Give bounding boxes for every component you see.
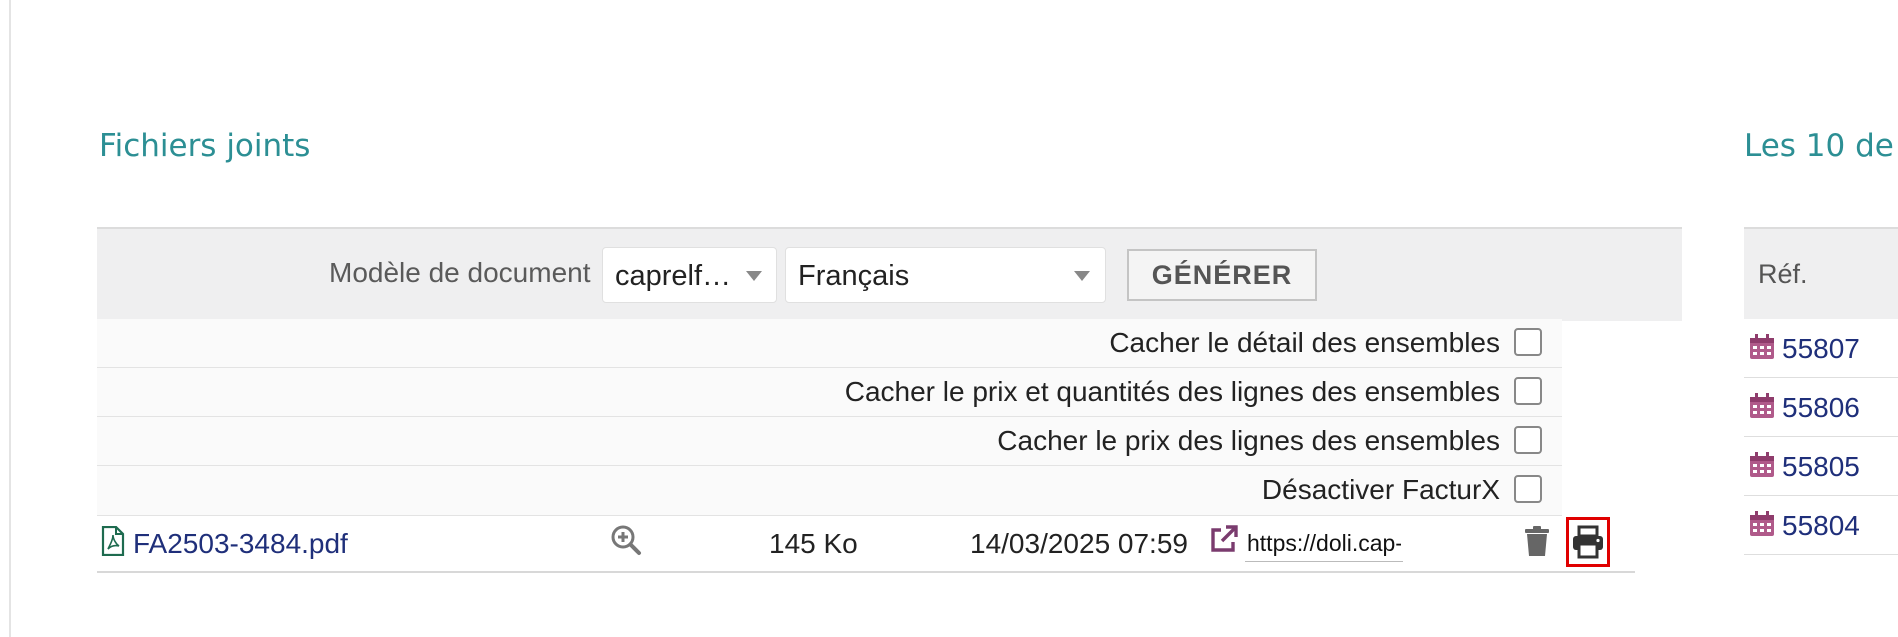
option-checkbox[interactable] — [1514, 377, 1542, 405]
attachments-title: Fichiers joints — [99, 128, 311, 164]
model-select-value: caprelf… — [615, 260, 732, 292]
external-link-icon[interactable] — [1209, 524, 1239, 559]
option-row: Cacher le prix et quantités des lignes d… — [97, 368, 1562, 417]
table-row: 55806 — [1744, 378, 1898, 437]
option-checkbox[interactable] — [1514, 328, 1542, 356]
option-row: Cacher le prix des lignes des ensembles — [97, 417, 1562, 466]
file-date: 14/03/2025 07:59 — [970, 528, 1188, 559]
option-row: Désactiver FacturX — [97, 466, 1562, 516]
trash-icon[interactable] — [1524, 525, 1550, 562]
pdf-file-icon — [101, 525, 125, 561]
option-checkbox[interactable] — [1514, 475, 1542, 503]
ref-link[interactable]: 55807 — [1782, 333, 1860, 365]
model-select[interactable]: caprelf… — [602, 247, 777, 303]
chevron-down-icon — [746, 271, 762, 281]
document-model-label: Modèle de document — [329, 257, 591, 288]
table-row: 55805 — [1744, 437, 1898, 496]
printer-icon — [1573, 525, 1603, 559]
generate-button[interactable]: GÉNÉRER — [1127, 249, 1317, 301]
language-select[interactable]: Français — [785, 247, 1106, 303]
file-row: FA2503-3484.pdf 145 Ko 14/03/2025 07:59 — [97, 516, 1635, 573]
preview-zoom-icon[interactable] — [610, 524, 642, 561]
language-select-value: Français — [798, 260, 910, 292]
option-label: Désactiver FacturX — [1261, 474, 1500, 505]
ref-link[interactable]: 55805 — [1782, 451, 1860, 483]
option-label: Cacher le détail des ensembles — [1109, 327, 1500, 358]
recent-table-header: Réf. — [1744, 227, 1898, 321]
print-button[interactable] — [1566, 517, 1610, 567]
file-link[interactable]: FA2503-3484.pdf — [133, 528, 348, 560]
calendar-icon — [1748, 333, 1776, 366]
recent-title: Les 10 de — [1744, 128, 1894, 164]
chevron-down-icon — [1074, 271, 1090, 281]
share-url-input[interactable] — [1245, 526, 1403, 562]
calendar-icon — [1748, 451, 1776, 484]
generate-toolbar: Modèle de document caprelf… Français GÉN… — [97, 227, 1682, 321]
ref-link[interactable]: 55804 — [1782, 510, 1860, 542]
table-row: 55804 — [1744, 496, 1898, 555]
column-header-ref: Réf. — [1758, 259, 1808, 289]
ref-link[interactable]: 55806 — [1782, 392, 1860, 424]
table-row: 55807 — [1744, 319, 1898, 378]
option-row: Cacher le détail des ensembles — [97, 319, 1562, 368]
calendar-icon — [1748, 510, 1776, 543]
calendar-icon — [1748, 392, 1776, 425]
left-divider — [9, 0, 11, 637]
file-size: 145 Ko — [769, 528, 858, 559]
option-label: Cacher le prix des lignes des ensembles — [997, 425, 1500, 456]
option-label: Cacher le prix et quantités des lignes d… — [844, 376, 1500, 407]
option-checkbox[interactable] — [1514, 426, 1542, 454]
